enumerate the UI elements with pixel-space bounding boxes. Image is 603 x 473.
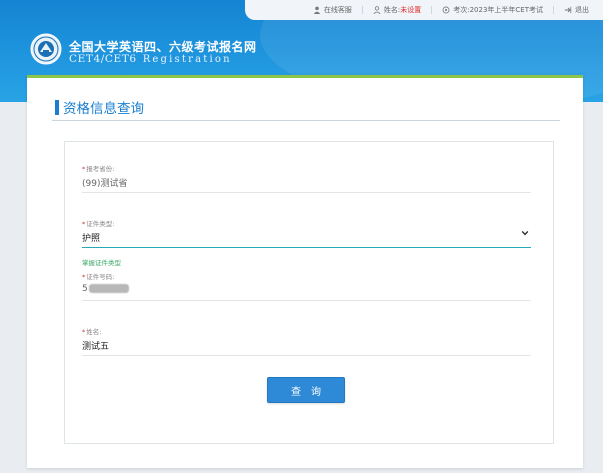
id-number-value: 5 <box>82 284 531 296</box>
name-field[interactable]: *姓名: 测试五 <box>82 326 531 356</box>
online-service-link[interactable]: 在线客服 <box>313 5 352 15</box>
site-subtitle: CET4/CET6 Registration <box>69 53 232 65</box>
field-underline <box>82 355 531 356</box>
user-icon <box>373 6 381 14</box>
logout-link[interactable]: 退出 <box>564 5 589 15</box>
province-label-text: 报考省份: <box>86 165 115 173</box>
seal-logo <box>30 33 62 65</box>
site-subtitle-cet: CET4/CET6 <box>69 53 137 65</box>
required-marker: * <box>82 273 86 281</box>
id-number-prefix: 5 <box>82 284 88 294</box>
chevron-down-icon[interactable] <box>521 229 529 237</box>
province-label: *报考省份: <box>82 163 531 173</box>
id-number-label-text: 证件号码: <box>86 273 115 281</box>
divider <box>361 6 363 14</box>
id-type-label-text: 证件类型: <box>86 220 115 228</box>
id-number-field[interactable]: *证件号码: 5 <box>82 271 531 301</box>
person-icon <box>313 6 321 14</box>
exam-value: 2023年上半年CET考试 <box>469 6 543 14</box>
id-type-label: *证件类型: <box>82 218 531 228</box>
id-number-label: *证件号码: <box>82 271 531 281</box>
online-service-label: 在线客服 <box>323 6 352 14</box>
logout-label: 退出 <box>575 6 589 14</box>
user-name-info: 姓名: 未设置 <box>373 5 421 15</box>
required-marker: * <box>82 165 86 173</box>
site-subtitle-registration: Registration <box>142 54 232 65</box>
id-type-hint: 掌握证件类型 <box>82 259 121 267</box>
name-field-label-text: 姓名: <box>86 328 102 336</box>
divider <box>431 6 433 14</box>
required-marker: * <box>82 328 86 336</box>
exam-icon <box>442 6 450 14</box>
name-field-value: 测试五 <box>82 342 110 352</box>
page-title: 资格信息查询 <box>55 97 144 117</box>
title-divider <box>52 120 560 121</box>
query-button[interactable]: 查询 <box>267 377 345 403</box>
id-type-value: 护照 <box>82 234 101 244</box>
field-underline <box>82 300 531 301</box>
name-label: 姓名: <box>383 6 401 14</box>
page-title-text: 资格信息查询 <box>63 101 144 117</box>
redacted-block <box>88 284 129 293</box>
exam-label: 考次: <box>453 6 470 14</box>
field-underline <box>82 192 531 193</box>
field-underline-focused <box>82 247 531 248</box>
required-marker: * <box>82 220 86 228</box>
exam-info: 考次: 2023年上半年CET考试 <box>442 5 543 15</box>
title-accent-bar <box>55 99 59 115</box>
province-value: (99)测试省 <box>82 179 128 189</box>
divider <box>553 6 554 14</box>
id-type-select[interactable]: *证件类型: 护照 <box>82 218 531 248</box>
province-field: *报考省份: (99)测试省 <box>82 163 531 193</box>
name-field-label: *姓名: <box>82 326 531 336</box>
logout-icon <box>564 6 572 14</box>
top-bar: 在线客服 姓名: 未设置 考次: 2023年上半年CET考试 退出 <box>245 0 603 20</box>
name-value: 未设置 <box>400 6 422 14</box>
